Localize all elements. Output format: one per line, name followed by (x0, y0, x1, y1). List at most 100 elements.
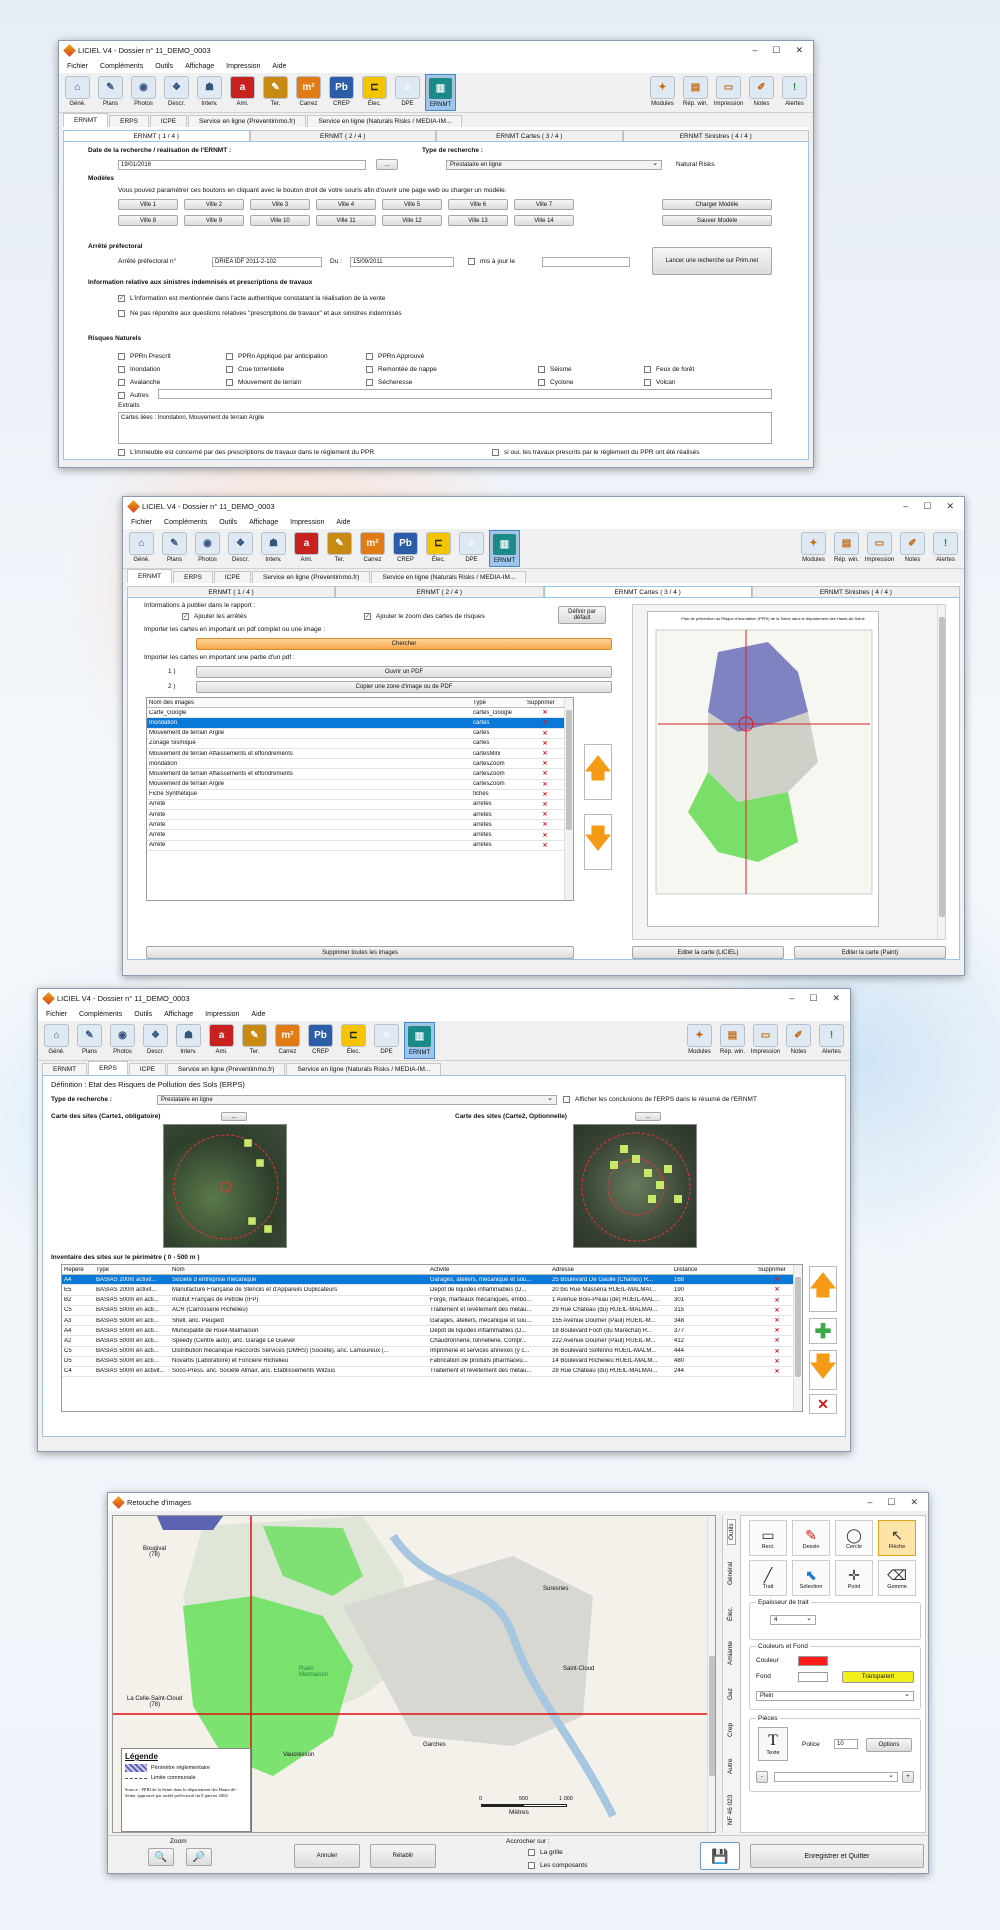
delete-button[interactable]: ✕ (809, 1394, 837, 1414)
risque-2-checkbox[interactable] (366, 353, 373, 360)
delete-icon[interactable]: ✕ (525, 719, 563, 726)
table-row[interactable]: Arrêté arretes ✕ (147, 800, 573, 811)
toolbar-description-button[interactable]: ❖ Descr. (140, 1022, 171, 1059)
fond-swatch[interactable] (798, 1672, 828, 1682)
menu-outils[interactable]: Outils (219, 519, 237, 526)
toolbar-camera-button[interactable]: ◉ Photos (192, 530, 223, 567)
table-row[interactable]: A4 BASIAS 500m en acti... Municipalité de … (62, 1326, 802, 1337)
enregistrer-quitter-button[interactable]: Enregistrer et Quitter (750, 1844, 924, 1868)
risque-8-checkbox[interactable] (118, 379, 125, 386)
ville-14-button[interactable]: Ville 14 (514, 215, 574, 226)
toolbar-plans-button[interactable]: ✎ Plans (159, 530, 190, 567)
pieces-select[interactable] (774, 1771, 898, 1782)
table-row[interactable]: Mouvement de terrain Affaissements et ef… (147, 769, 573, 780)
toolbar-printer-button[interactable]: ▭ Impression (713, 74, 744, 111)
menu-aide[interactable]: Aide (336, 519, 350, 526)
add-button[interactable]: ✚ (809, 1318, 837, 1344)
tab-4[interactable]: Service en ligne (Naturals Risks / MEDIA… (371, 571, 527, 583)
menu-fichier[interactable]: Fichier (131, 519, 152, 526)
delete-icon[interactable]: ✕ (525, 821, 563, 828)
risque-9-checkbox[interactable] (226, 379, 233, 386)
table-row[interactable]: Inondation cartesZoom ✕ (147, 759, 573, 770)
toolbar-electricity-button[interactable]: ⊏ Élec. (359, 74, 390, 111)
delete-icon[interactable]: ✕ (525, 801, 563, 808)
ville-12-button[interactable]: Ville 12 (382, 215, 442, 226)
plus-button[interactable]: + (902, 1771, 914, 1783)
risque-6-checkbox[interactable] (538, 366, 545, 373)
canvas-scrollbar[interactable] (707, 1516, 715, 1832)
line-tool-button[interactable]: ╱ Trait (749, 1560, 787, 1596)
table-row[interactable]: B2 BASIAS 500m en acti... Institut Françai… (62, 1296, 802, 1306)
toolbar-intervention-button[interactable]: ☗ Interv. (258, 530, 289, 567)
table-row[interactable]: Arrêté arretes ✕ (147, 841, 573, 851)
minimize-icon[interactable]: – (789, 993, 794, 1004)
edit-canvas[interactable]: Bougival (78) Suresnes La Celle-Saint-Cl… (112, 1515, 716, 1833)
ville-13-button[interactable]: Ville 13 (448, 215, 508, 226)
images-table-scrollbar[interactable] (564, 698, 573, 900)
table-row[interactable]: A4 BASIAS 200m activit... Société d entrep… (62, 1275, 802, 1286)
zoom-in-button[interactable]: 🔍 (148, 1848, 174, 1866)
editer-luciel-button[interactable]: Editer la carte (LICIEL) (632, 946, 784, 959)
ville-11-button[interactable]: Ville 11 (316, 215, 376, 226)
tab-0[interactable]: ERNMT (127, 569, 173, 583)
rectangle-tool-button[interactable]: ▭ Rect. (749, 1520, 787, 1556)
delete-icon[interactable]: ✕ (756, 1317, 796, 1324)
move-up-button[interactable]: 🡅 (584, 744, 612, 800)
minimize-icon[interactable]: – (903, 501, 908, 512)
risque-11-checkbox[interactable] (538, 379, 545, 386)
afficher-checkbox[interactable] (563, 1096, 570, 1103)
toolbar-house-button[interactable]: ⌂ Géné. (126, 530, 157, 567)
ville-3-button[interactable]: Ville 3 (250, 199, 310, 210)
toolbar-modules-button[interactable]: ✦ Modules (798, 530, 829, 567)
table-row[interactable]: Inondation cartes ✕ (147, 718, 573, 729)
toolbar-camera-button[interactable]: ◉ Photos (107, 1022, 138, 1059)
delete-icon[interactable]: ✕ (525, 770, 563, 777)
toolbar-intervention-button[interactable]: ☗ Interv. (173, 1022, 204, 1059)
vtab-3[interactable]: Amiante (727, 1633, 734, 1673)
footer1-checkbox[interactable] (118, 449, 125, 456)
menu-aide[interactable]: Aide (251, 1011, 265, 1018)
toolbar-carrez-button[interactable]: m² Carrez (272, 1022, 303, 1059)
minus-button[interactable]: - (756, 1771, 768, 1783)
menu-impression[interactable]: Impression (290, 519, 324, 526)
move-up-button[interactable]: 🡅 (809, 1266, 837, 1312)
toolbar-termites-button[interactable]: ✎ Ter. (239, 1022, 270, 1059)
arrete-input[interactable]: DRIEA IDF 2011-2-102 (212, 257, 322, 267)
tab-0[interactable]: ERNMT (42, 1063, 88, 1075)
table-row[interactable]: C5 BASIAS 500m en acti... Distribution méc… (62, 1347, 802, 1357)
delete-icon[interactable]: ✕ (756, 1297, 796, 1304)
table-row[interactable]: Arrêté arretes ✕ (147, 810, 573, 821)
delete-icon[interactable]: ✕ (525, 781, 563, 788)
risque-10-checkbox[interactable] (366, 379, 373, 386)
toolbar-amiante-button[interactable]: a Ami. (206, 1022, 237, 1059)
table-row[interactable]: Mouvement de terrain Affaissements et ef… (147, 749, 573, 760)
type-select[interactable]: Prestataire en ligne (446, 159, 662, 170)
annuler-button[interactable]: Annuler (294, 1844, 360, 1868)
tab-0[interactable]: ERNMT (63, 113, 109, 127)
autres-input[interactable] (158, 389, 772, 399)
table-row[interactable]: Fiche Synthétique fiches ✕ (147, 790, 573, 800)
delete-icon[interactable]: ✕ (525, 832, 563, 839)
risque-0-checkbox[interactable] (118, 353, 125, 360)
menu-affichage[interactable]: Affichage (249, 519, 278, 526)
delete-icon[interactable]: ✕ (756, 1286, 796, 1293)
table-row[interactable]: C5 BASIAS 500m en acti... ACR (Carrosserie… (62, 1306, 802, 1316)
delete-icon[interactable]: ✕ (756, 1276, 796, 1283)
table-row[interactable]: Arrêté arretes ✕ (147, 820, 573, 831)
ville-2-button[interactable]: Ville 2 (184, 199, 244, 210)
editer-paint-button[interactable]: Editer la carte (Paint) (794, 946, 946, 959)
copier-zone-button[interactable]: Copier une zone d'image ou de PDF (196, 681, 612, 693)
ville-4-button[interactable]: Ville 4 (316, 199, 376, 210)
ville-8-button[interactable]: Ville 8 (118, 215, 178, 226)
toolbar-alert-button[interactable]: ! Alertes (779, 74, 810, 111)
police-input[interactable]: 10 (834, 1739, 858, 1749)
menu-complments[interactable]: Compléments (100, 63, 143, 70)
toolbar-carrez-button[interactable]: m² Carrez (357, 530, 388, 567)
selection-tool-button[interactable]: ⬉ Sélection (792, 1560, 830, 1596)
tab-3[interactable]: Service en ligne (Preventimmo.fr) (187, 115, 307, 127)
ville-1-button[interactable]: Ville 1 (118, 199, 178, 210)
ville-9-button[interactable]: Ville 9 (184, 215, 244, 226)
delete-icon[interactable]: ✕ (756, 1348, 796, 1355)
extraits-textarea[interactable]: Cartes liées : Inondation, Mouvement de … (118, 412, 772, 444)
ville-7-button[interactable]: Ville 7 (514, 199, 574, 210)
